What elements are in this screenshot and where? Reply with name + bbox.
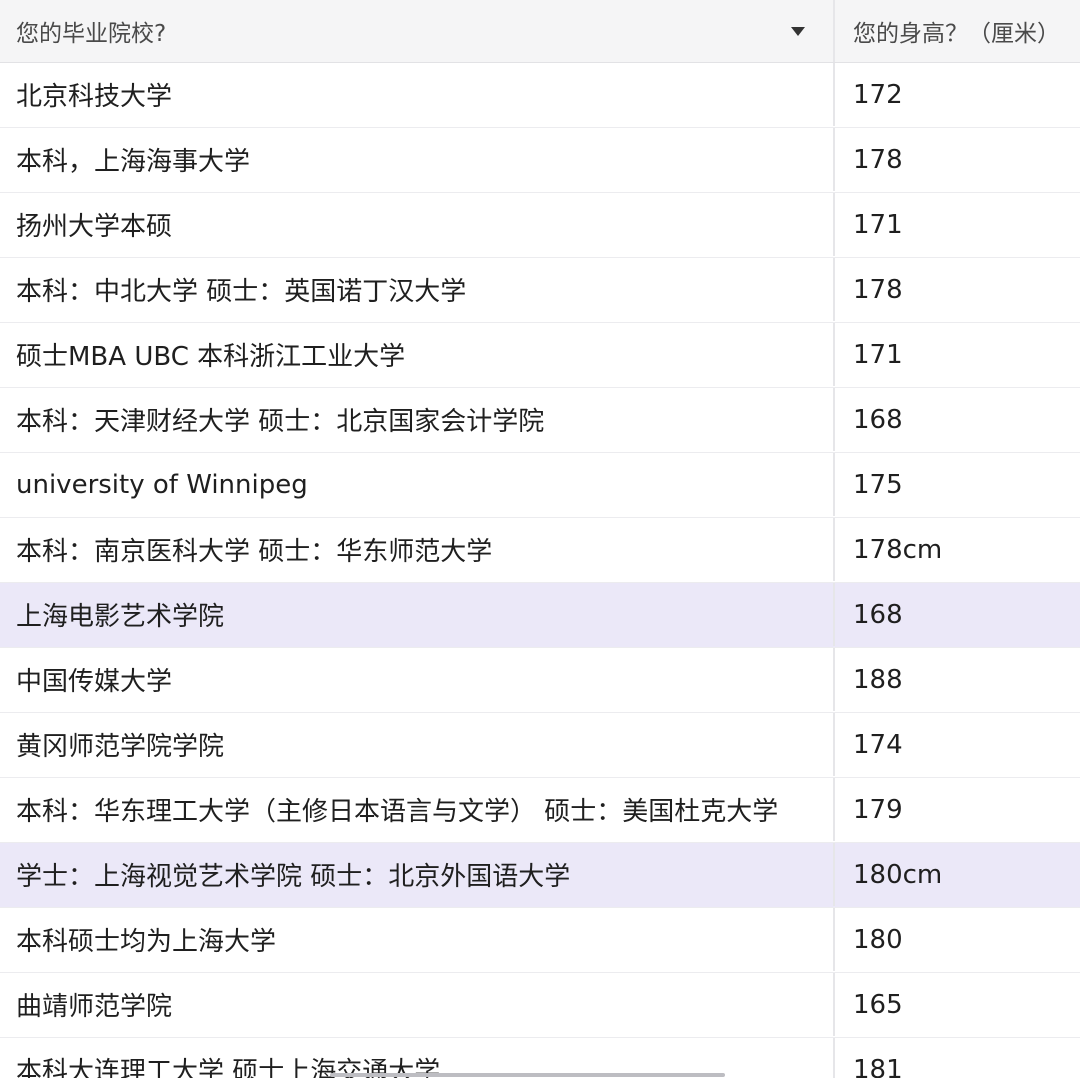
- school-cell[interactable]: 本科硕士均为上海大学: [0, 908, 835, 971]
- height-cell[interactable]: 168: [835, 583, 1080, 646]
- height-cell[interactable]: 174: [835, 713, 1080, 776]
- school-cell[interactable]: 本科：华东理工大学（主修日本语言与文学） 硕士：美国杜克大学: [0, 778, 835, 841]
- school-cell[interactable]: 本科：中北大学 硕士：英国诺丁汉大学: [0, 258, 835, 321]
- school-cell[interactable]: 曲靖师范学院: [0, 973, 835, 1036]
- school-cell[interactable]: 黄冈师范学院学院: [0, 713, 835, 776]
- height-cell[interactable]: 168: [835, 388, 1080, 451]
- school-cell[interactable]: university of Winnipeg: [0, 453, 835, 516]
- table-row[interactable]: 学士：上海视觉艺术学院 硕士：北京外国语大学 180cm: [0, 843, 1080, 908]
- height-cell[interactable]: 172: [835, 63, 1080, 126]
- table-row[interactable]: 上海电影艺术学院 168: [0, 583, 1080, 648]
- column-header-school-label: 您的毕业院校?: [16, 21, 167, 47]
- table-row[interactable]: 本科：华东理工大学（主修日本语言与文学） 硕士：美国杜克大学 179: [0, 778, 1080, 843]
- school-cell[interactable]: 本科大连理工大学 硕士上海交通大学: [0, 1038, 835, 1078]
- table-row[interactable]: 本科，上海海事大学 178: [0, 128, 1080, 193]
- table-row[interactable]: 黄冈师范学院学院 174: [0, 713, 1080, 778]
- school-cell[interactable]: 扬州大学本硕: [0, 193, 835, 256]
- school-cell[interactable]: 硕士MBA UBC 本科浙江工业大学: [0, 323, 835, 386]
- survey-table: 您的毕业院校? 您的身高？（厘米） 北京科技大学 172 本科，上海海事大学 178 扬…: [0, 0, 1080, 1078]
- height-cell[interactable]: 181: [835, 1038, 1080, 1078]
- table-row[interactable]: 本科：南京医科大学 硕士：华东师范大学 178cm: [0, 518, 1080, 583]
- height-cell[interactable]: 178: [835, 128, 1080, 191]
- table-row[interactable]: 中国传媒大学 188: [0, 648, 1080, 713]
- table-row[interactable]: 本科硕士均为上海大学 180: [0, 908, 1080, 973]
- height-cell[interactable]: 171: [835, 193, 1080, 256]
- column-header-height-label: 您的身高？（厘米）: [853, 21, 1060, 47]
- chevron-down-icon[interactable]: [791, 26, 805, 36]
- school-cell[interactable]: 上海电影艺术学院: [0, 583, 835, 646]
- table-body: 北京科技大学 172 本科，上海海事大学 178 扬州大学本硕 171 本科：中北大学 硕士…: [0, 63, 1080, 1078]
- school-cell[interactable]: 本科，上海海事大学: [0, 128, 835, 191]
- table-row[interactable]: 扬州大学本硕 171: [0, 193, 1080, 258]
- height-cell[interactable]: 165: [835, 973, 1080, 1036]
- school-cell[interactable]: 中国传媒大学: [0, 648, 835, 711]
- school-cell[interactable]: 本科：天津财经大学 硕士：北京国家会计学院: [0, 388, 835, 451]
- school-cell[interactable]: 本科：南京医科大学 硕士：华东师范大学: [0, 518, 835, 581]
- table-row[interactable]: 曲靖师范学院 165: [0, 973, 1080, 1038]
- school-cell[interactable]: 学士：上海视觉艺术学院 硕士：北京外国语大学: [0, 843, 835, 906]
- height-cell[interactable]: 178: [835, 258, 1080, 321]
- table-row[interactable]: 北京科技大学 172: [0, 63, 1080, 128]
- table-row[interactable]: 本科：天津财经大学 硕士：北京国家会计学院 168: [0, 388, 1080, 453]
- height-cell[interactable]: 188: [835, 648, 1080, 711]
- table-row[interactable]: 硕士MBA UBC 本科浙江工业大学 171: [0, 323, 1080, 388]
- school-cell[interactable]: 北京科技大学: [0, 63, 835, 126]
- table-row[interactable]: 本科：中北大学 硕士：英国诺丁汉大学 178: [0, 258, 1080, 323]
- horizontal-scrollbar[interactable]: [330, 1073, 725, 1077]
- height-cell[interactable]: 180: [835, 908, 1080, 971]
- column-header-school[interactable]: 您的毕业院校?: [0, 0, 835, 62]
- height-cell[interactable]: 178cm: [835, 518, 1080, 581]
- height-cell[interactable]: 175: [835, 453, 1080, 516]
- table-header: 您的毕业院校? 您的身高？（厘米）: [0, 0, 1080, 63]
- column-header-height[interactable]: 您的身高？（厘米）: [835, 0, 1080, 62]
- height-cell[interactable]: 171: [835, 323, 1080, 386]
- table-row[interactable]: 本科大连理工大学 硕士上海交通大学 181: [0, 1038, 1080, 1078]
- height-cell[interactable]: 180cm: [835, 843, 1080, 906]
- height-cell[interactable]: 179: [835, 778, 1080, 841]
- table-row[interactable]: university of Winnipeg 175: [0, 453, 1080, 518]
